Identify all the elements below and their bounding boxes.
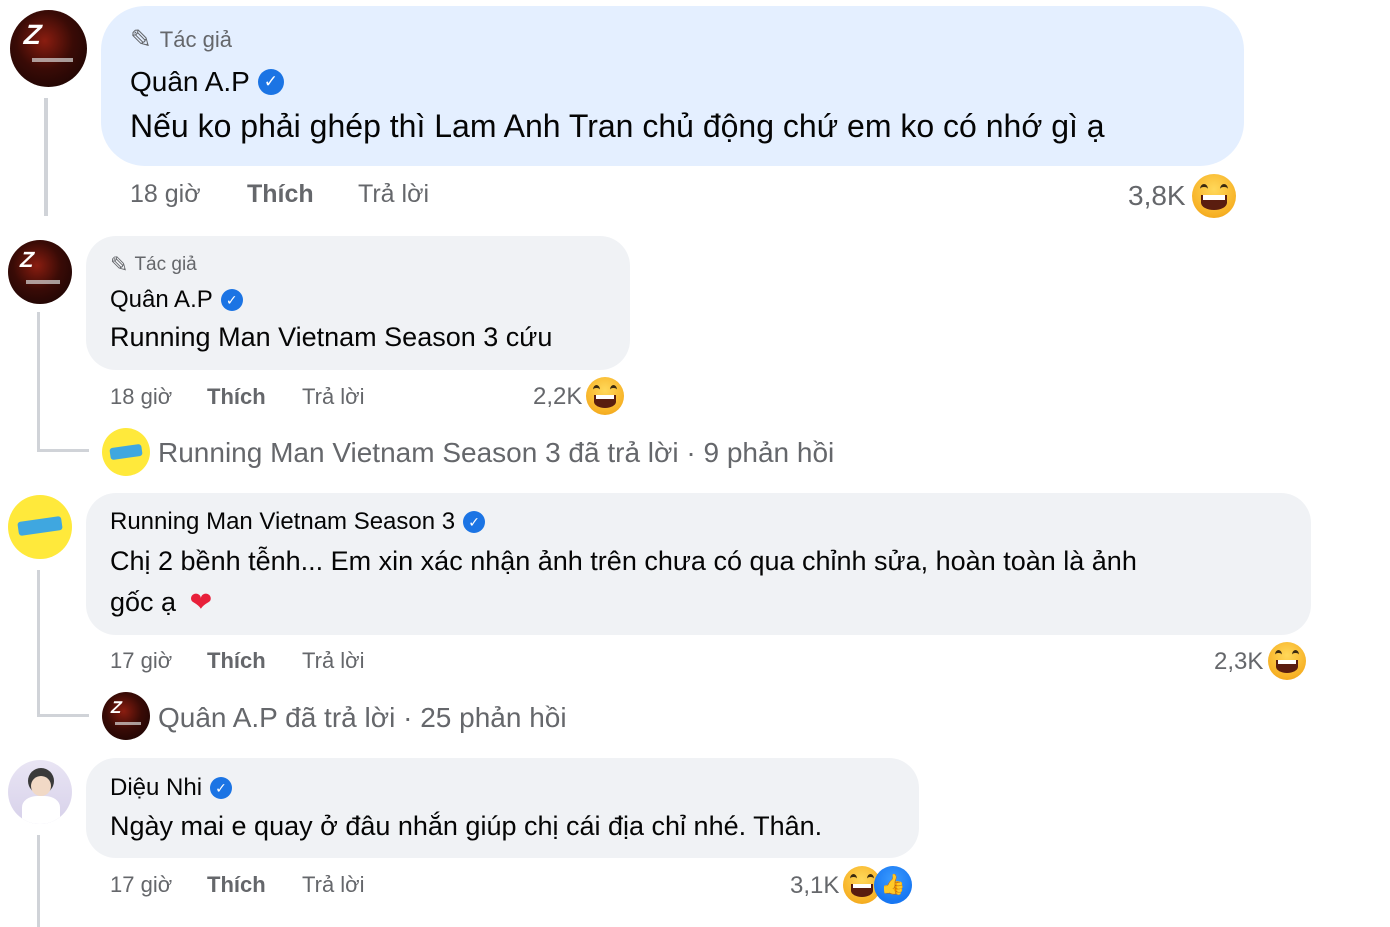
comment-time[interactable]: 18 giờ — [110, 384, 172, 410]
view-replies-link[interactable]: Running Man Vietnam Season 3 đã trả lời … — [158, 437, 834, 469]
like-button[interactable]: Thích — [207, 384, 266, 410]
thread-line — [37, 570, 40, 715]
thread-connector — [37, 714, 89, 717]
thread-connector — [37, 449, 89, 452]
avatar[interactable]: Z — [10, 10, 87, 87]
haha-emoji-icon — [1192, 174, 1236, 218]
author-badge: ✎ Tác giả — [110, 252, 197, 277]
author-badge: ✎ Tác giả — [130, 24, 232, 54]
comment-bubble — [86, 758, 919, 858]
comment-time[interactable]: 17 giờ — [110, 872, 172, 898]
like-icon: 👍 — [874, 866, 912, 904]
pen-icon: ✎ — [110, 252, 129, 277]
reply-button[interactable]: Trả lời — [302, 384, 365, 410]
reaction-count[interactable]: 3,1K — [790, 872, 839, 900]
like-button[interactable]: Thích — [207, 872, 266, 898]
thread-line — [44, 98, 48, 216]
thread-line — [37, 835, 40, 927]
comment-text: Nếu ko phải ghép thì Lam Anh Tran chủ độ… — [130, 108, 1105, 144]
like-button[interactable]: Thích — [207, 648, 266, 674]
comment-author[interactable]: Quân A.P ✓ — [130, 66, 284, 98]
comment-author[interactable]: Running Man Vietnam Season 3 ✓ — [110, 508, 486, 536]
verified-check-icon: ✓ — [257, 69, 284, 95]
comment-author[interactable]: Quân A.P ✓ — [110, 286, 243, 314]
reaction-count[interactable]: 2,3K — [1214, 648, 1263, 676]
reply-button[interactable]: Trả lời — [358, 180, 429, 209]
thread-line — [37, 312, 40, 452]
comment-time[interactable]: 18 giờ — [130, 180, 201, 209]
replier-avatar — [102, 428, 150, 476]
reaction-count[interactable]: 2,2K — [533, 383, 582, 411]
reaction-count[interactable]: 3,8K — [1128, 180, 1186, 212]
avatar[interactable] — [8, 760, 72, 824]
reply-button[interactable]: Trả lời — [302, 872, 365, 898]
comment-text: Ngày mai e quay ở đâu nhắn giúp chị cái … — [110, 811, 823, 841]
reply-button[interactable]: Trả lời — [302, 648, 365, 674]
verified-check-icon: ✓ — [463, 511, 486, 533]
comment-time[interactable]: 17 giờ — [110, 648, 172, 674]
avatar[interactable]: Z — [8, 240, 72, 304]
comment-text: Running Man Vietnam Season 3 cứu — [110, 322, 553, 352]
replier-avatar: Z — [102, 692, 150, 740]
avatar[interactable] — [8, 495, 72, 559]
heart-emoji-icon: ❤ — [189, 587, 213, 617]
comment-text-line: gốc ạ ❤ — [110, 587, 213, 617]
view-replies-link[interactable]: Quân A.P đã trả lời · 25 phản hồi — [158, 702, 567, 734]
comment-text-line: Chị 2 bềnh tễnh... Em xin xác nhận ảnh t… — [110, 546, 1137, 576]
haha-emoji-icon — [586, 377, 624, 415]
like-button[interactable]: Thích — [247, 180, 314, 209]
pen-icon: ✎ — [130, 24, 152, 54]
comment-author[interactable]: Diệu Nhi ✓ — [110, 774, 233, 802]
haha-emoji-icon — [1268, 642, 1306, 680]
verified-check-icon: ✓ — [210, 777, 233, 799]
verified-check-icon: ✓ — [220, 289, 243, 311]
